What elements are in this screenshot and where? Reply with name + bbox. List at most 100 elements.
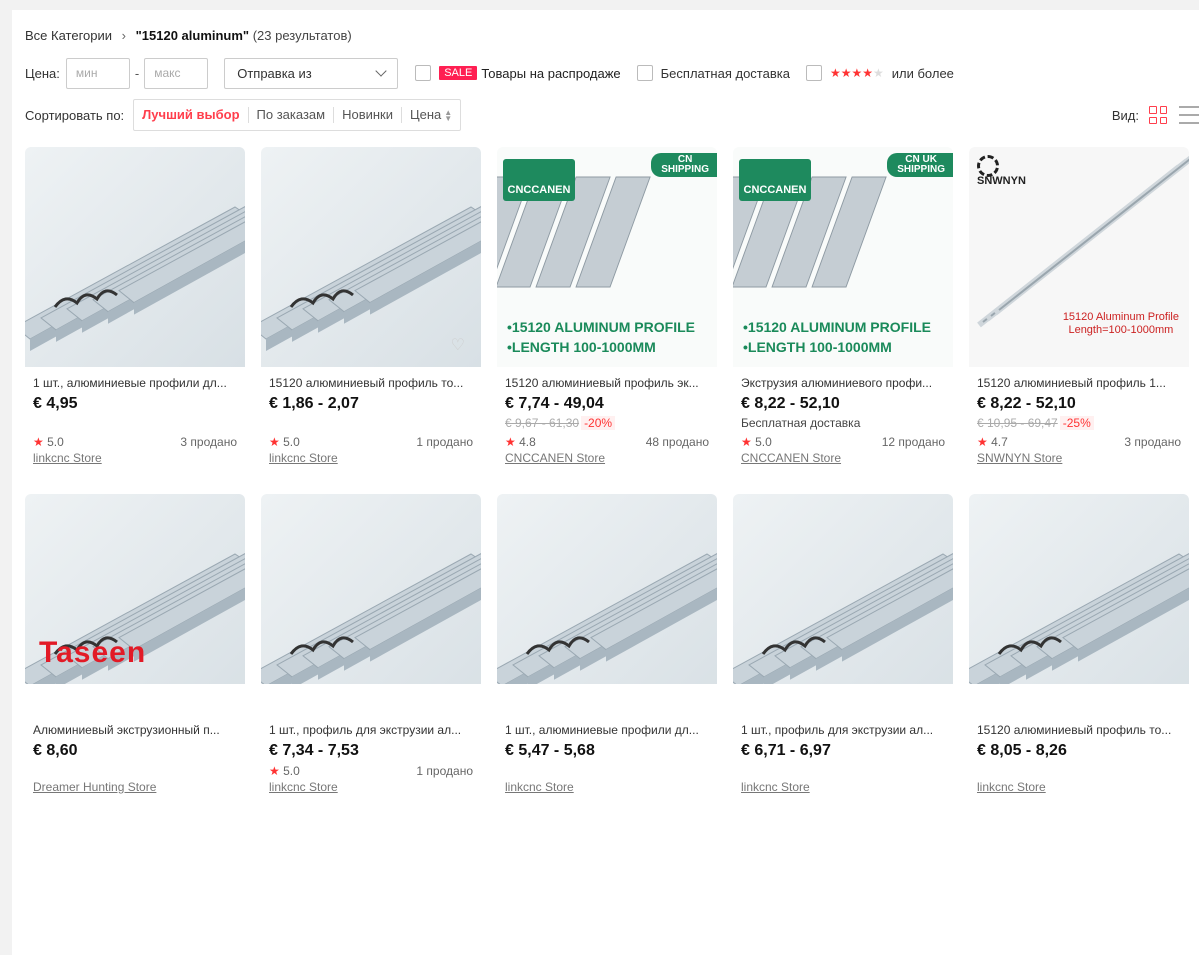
star-icon: ★ <box>977 435 992 449</box>
store-link[interactable]: linkcnc Store <box>505 780 574 794</box>
sort-price[interactable]: Цена ▲ ▼ <box>401 107 460 123</box>
brand-logo: SNWNYN <box>977 175 1026 187</box>
product-price: € 6,71 - 6,97 <box>741 742 831 759</box>
star-icon: ★ <box>269 764 284 778</box>
store-link[interactable]: linkcnc Store <box>269 451 338 465</box>
promo-text: •15120 ALUMINUM PROFILE <box>507 319 695 335</box>
discount-badge: -25% <box>1059 416 1094 430</box>
product-price: € 4,95 <box>33 395 78 412</box>
shipping-badge: CN UK SHIPPING <box>887 153 953 177</box>
product-price: € 5,47 - 5,68 <box>505 742 595 759</box>
sold-count: 3 продано <box>180 435 237 449</box>
breadcrumb-all-categories[interactable]: Все Категории <box>25 28 112 43</box>
product-title[interactable]: Алюминиевый экструзионный п... <box>33 723 238 737</box>
ship-from-dropdown[interactable]: Отправка из <box>224 57 399 89</box>
sort-best-match[interactable]: Лучший выбор <box>134 107 247 123</box>
free-shipping-checkbox[interactable] <box>636 65 653 81</box>
sale-filter[interactable]: SALE Товары на распродаже <box>415 65 621 81</box>
product-image[interactable] <box>969 494 1189 684</box>
product-price: € 8,22 - 52,10 <box>977 395 1076 412</box>
discount-badge: -20% <box>581 416 616 430</box>
product-title[interactable]: 1 шт., профиль для экструзии ал... <box>741 723 946 737</box>
sort-label: Сортировать по: <box>25 107 125 123</box>
free-shipping-filter[interactable]: Бесплатная доставка <box>636 65 790 81</box>
price-label: Цена: <box>25 65 60 81</box>
store-link[interactable]: linkcnc Store <box>977 780 1046 794</box>
product-card[interactable]: CNCCANEN CN UK SHIPPING •15120 ALUMINUM PRO… <box>733 147 953 474</box>
rating-filter[interactable]: ★★★★★ или более <box>805 65 954 81</box>
shipping-badge: CN SHIPPING <box>651 153 717 177</box>
store-link[interactable]: linkcnc Store <box>33 451 102 465</box>
rating-filter-label: или более <box>891 65 954 81</box>
sold-count: 3 продано <box>1124 435 1181 449</box>
product-rating: ★ 5.0 <box>33 435 64 449</box>
store-link[interactable]: linkcnc Store <box>741 780 810 794</box>
product-card[interactable]: 1 шт., алюминиевые профили дл... € 4,95 ★ … <box>25 147 245 474</box>
store-link[interactable]: SNWNYN Store <box>977 451 1062 465</box>
wishlist-heart-icon[interactable]: ♡ <box>451 335 465 355</box>
product-image[interactable] <box>25 147 245 367</box>
product-title[interactable]: 1 шт., профиль для экструзии ал... <box>269 723 474 737</box>
product-title[interactable]: 15120 алюминиевый профиль то... <box>269 376 474 390</box>
store-link[interactable]: CNCCANEN Store <box>505 451 605 465</box>
price-min-input[interactable] <box>65 57 130 89</box>
grid-view-icon[interactable] <box>1149 106 1167 124</box>
price-max-input[interactable] <box>144 57 209 89</box>
product-title[interactable]: 1 шт., алюминиевые профили дл... <box>33 376 238 390</box>
product-image[interactable] <box>261 494 481 684</box>
search-query: "15120 aluminum" <box>135 28 250 43</box>
promo-text: •15120 ALUMINUM PROFILE <box>743 319 931 335</box>
rating-checkbox[interactable] <box>805 65 822 81</box>
product-rating: ★ 4.7 <box>977 435 1008 449</box>
star-icon: ★ <box>33 435 48 449</box>
sold-count: 1 продано <box>416 764 473 778</box>
product-price: € 8,60 <box>33 742 78 759</box>
product-rating: ★ 4.8 <box>505 435 536 449</box>
product-title[interactable]: 15120 алюминиевый профиль 1... <box>977 376 1182 390</box>
product-card[interactable]: 1 шт., профиль для экструзии ал... € 6,71… <box>733 494 953 804</box>
product-image[interactable] <box>497 494 717 684</box>
product-price: € 1,86 - 2,07 <box>269 395 359 412</box>
store-link[interactable]: Dreamer Hunting Store <box>33 780 156 794</box>
sort-bar: Сортировать по: Лучший выбор По заказам … <box>25 99 462 131</box>
product-card[interactable]: 15120 алюминиевый профиль то... € 8,05 - … <box>969 494 1189 804</box>
store-link[interactable]: CNCCANEN Store <box>741 451 841 465</box>
promo-text: •LENGTH 100-1000MM <box>743 339 892 355</box>
product-card[interactable]: Taseen Алюминиевый экструзионный п... € 8,… <box>25 494 245 804</box>
view-switcher: Вид: <box>1112 106 1199 124</box>
product-card[interactable]: 1 шт., алюминиевые профили дл... € 5,47 -… <box>497 494 717 804</box>
product-title[interactable]: 15120 алюминиевый профиль эк... <box>505 376 710 390</box>
product-card[interactable]: ♡ 15120 алюминиевый профиль то... € 1,86 -… <box>261 147 481 474</box>
product-image[interactable] <box>733 494 953 684</box>
product-card[interactable]: SNWNYN 15120 Aluminum Profile Length=100-1… <box>969 147 1189 474</box>
product-card[interactable]: CNCCANEN CN SHIPPING •15120 ALUMINUM PROFIL… <box>497 147 717 474</box>
sale-checkbox[interactable] <box>415 65 432 81</box>
sold-count: 12 продано <box>881 435 945 449</box>
product-price: € 8,05 - 8,26 <box>977 742 1067 759</box>
product-image[interactable]: CNCCANEN CN SHIPPING •15120 ALUMINUM PROFIL… <box>497 147 717 367</box>
product-image[interactable]: CNCCANEN CN UK SHIPPING •15120 ALUMINUM PRO… <box>733 147 953 367</box>
sort-orders[interactable]: По заказам <box>247 107 334 123</box>
ship-from-label: Отправка из <box>237 65 312 81</box>
product-title[interactable]: 15120 алюминиевый профиль то... <box>977 723 1182 737</box>
product-price: € 7,74 - 49,04 <box>505 395 604 412</box>
image-caption: 15120 Aluminum Profile Length=100-1000mm <box>1062 311 1179 336</box>
store-link[interactable]: linkcnc Store <box>269 780 338 794</box>
product-card[interactable]: 1 шт., профиль для экструзии ал... € 7,34… <box>261 494 481 804</box>
product-image[interactable]: Taseen <box>25 494 245 684</box>
brand-logo: CNCCANEN <box>739 159 811 201</box>
star-icon: ★ <box>505 435 520 449</box>
product-title[interactable]: Экструзия алюминиевого профи... <box>741 376 946 390</box>
product-image[interactable]: SNWNYN 15120 Aluminum Profile Length=100-1… <box>969 147 1189 367</box>
sale-badge: SALE <box>439 66 478 80</box>
sale-filter-label: Товары на распродаже <box>481 65 621 81</box>
product-image[interactable]: ♡ <box>261 147 481 367</box>
free-shipping-label: Бесплатная доставка <box>660 65 790 81</box>
sold-count: 48 продано <box>645 435 709 449</box>
product-rating: ★ 5.0 <box>269 435 300 449</box>
list-view-icon[interactable] <box>1179 106 1199 124</box>
product-title[interactable]: 1 шт., алюминиевые профили дл... <box>505 723 710 737</box>
sort-newest[interactable]: Новинки <box>333 107 401 123</box>
product-price: € 8,22 - 52,10 <box>741 395 840 412</box>
free-shipping-label: Бесплатная доставка <box>741 416 861 430</box>
